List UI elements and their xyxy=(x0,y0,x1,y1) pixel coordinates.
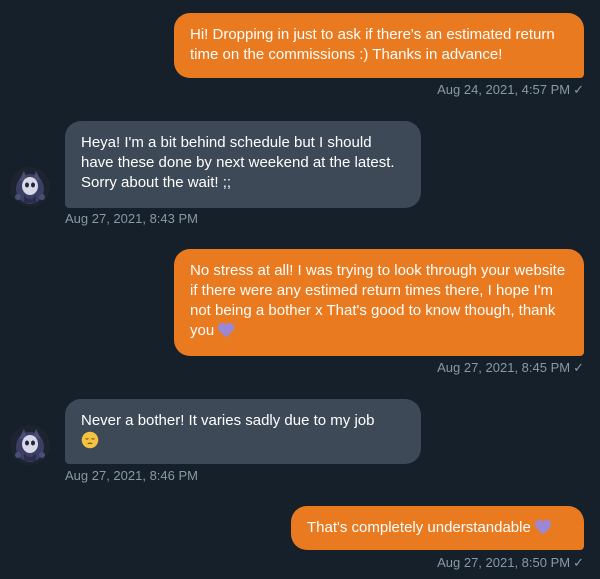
checkmark-icon: ✓ xyxy=(573,82,584,97)
purple-heart-icon xyxy=(218,322,235,338)
checkmark-icon: ✓ xyxy=(573,555,584,570)
message-bubble-outgoing[interactable]: Hi! Dropping in just to ask if there's a… xyxy=(174,13,584,78)
avatar-image xyxy=(10,167,50,207)
message-text: That's completely understandable xyxy=(307,519,531,536)
avatar[interactable] xyxy=(10,167,50,207)
message-thread: Hi! Dropping in just to ask if there's a… xyxy=(0,0,600,579)
message-meta: Aug 27, 2021, 8:46 PM xyxy=(65,468,198,484)
message-bubble-outgoing[interactable]: That's completely understandable xyxy=(291,506,584,550)
message-text: Hi! Dropping in just to ask if there's a… xyxy=(190,26,555,63)
message-meta: Aug 24, 2021, 4:57 PM ✓ xyxy=(437,82,584,98)
avatar-image xyxy=(10,425,50,465)
message-meta: Aug 27, 2021, 8:45 PM ✓ xyxy=(437,360,584,376)
message-bubble-incoming[interactable]: Heya! I'm a bit behind schedule but I sh… xyxy=(65,121,421,208)
message-text: Never a bother! It varies sadly due to m… xyxy=(81,412,375,429)
message-timestamp: Aug 27, 2021, 8:50 PM xyxy=(437,555,571,570)
avatar[interactable] xyxy=(10,425,50,465)
message-timestamp: Aug 27, 2021, 8:43 PM xyxy=(65,211,198,226)
message-timestamp: Aug 24, 2021, 4:57 PM xyxy=(437,82,571,97)
message-bubble-outgoing[interactable]: No stress at all! I was trying to look t… xyxy=(174,249,584,356)
purple-heart-icon xyxy=(534,519,551,535)
message-meta: Aug 27, 2021, 8:43 PM xyxy=(65,211,198,227)
message-timestamp: Aug 27, 2021, 8:46 PM xyxy=(65,468,198,483)
message-bubble-incoming[interactable]: Never a bother! It varies sadly due to m… xyxy=(65,399,421,464)
message-text: Heya! I'm a bit behind schedule but I sh… xyxy=(81,134,395,191)
pensive-face-icon xyxy=(81,431,99,449)
message-text: No stress at all! I was trying to look t… xyxy=(190,262,566,339)
message-meta: Aug 27, 2021, 8:50 PM ✓ xyxy=(437,555,584,571)
checkmark-icon: ✓ xyxy=(573,360,584,375)
message-timestamp: Aug 27, 2021, 8:45 PM xyxy=(437,360,571,375)
